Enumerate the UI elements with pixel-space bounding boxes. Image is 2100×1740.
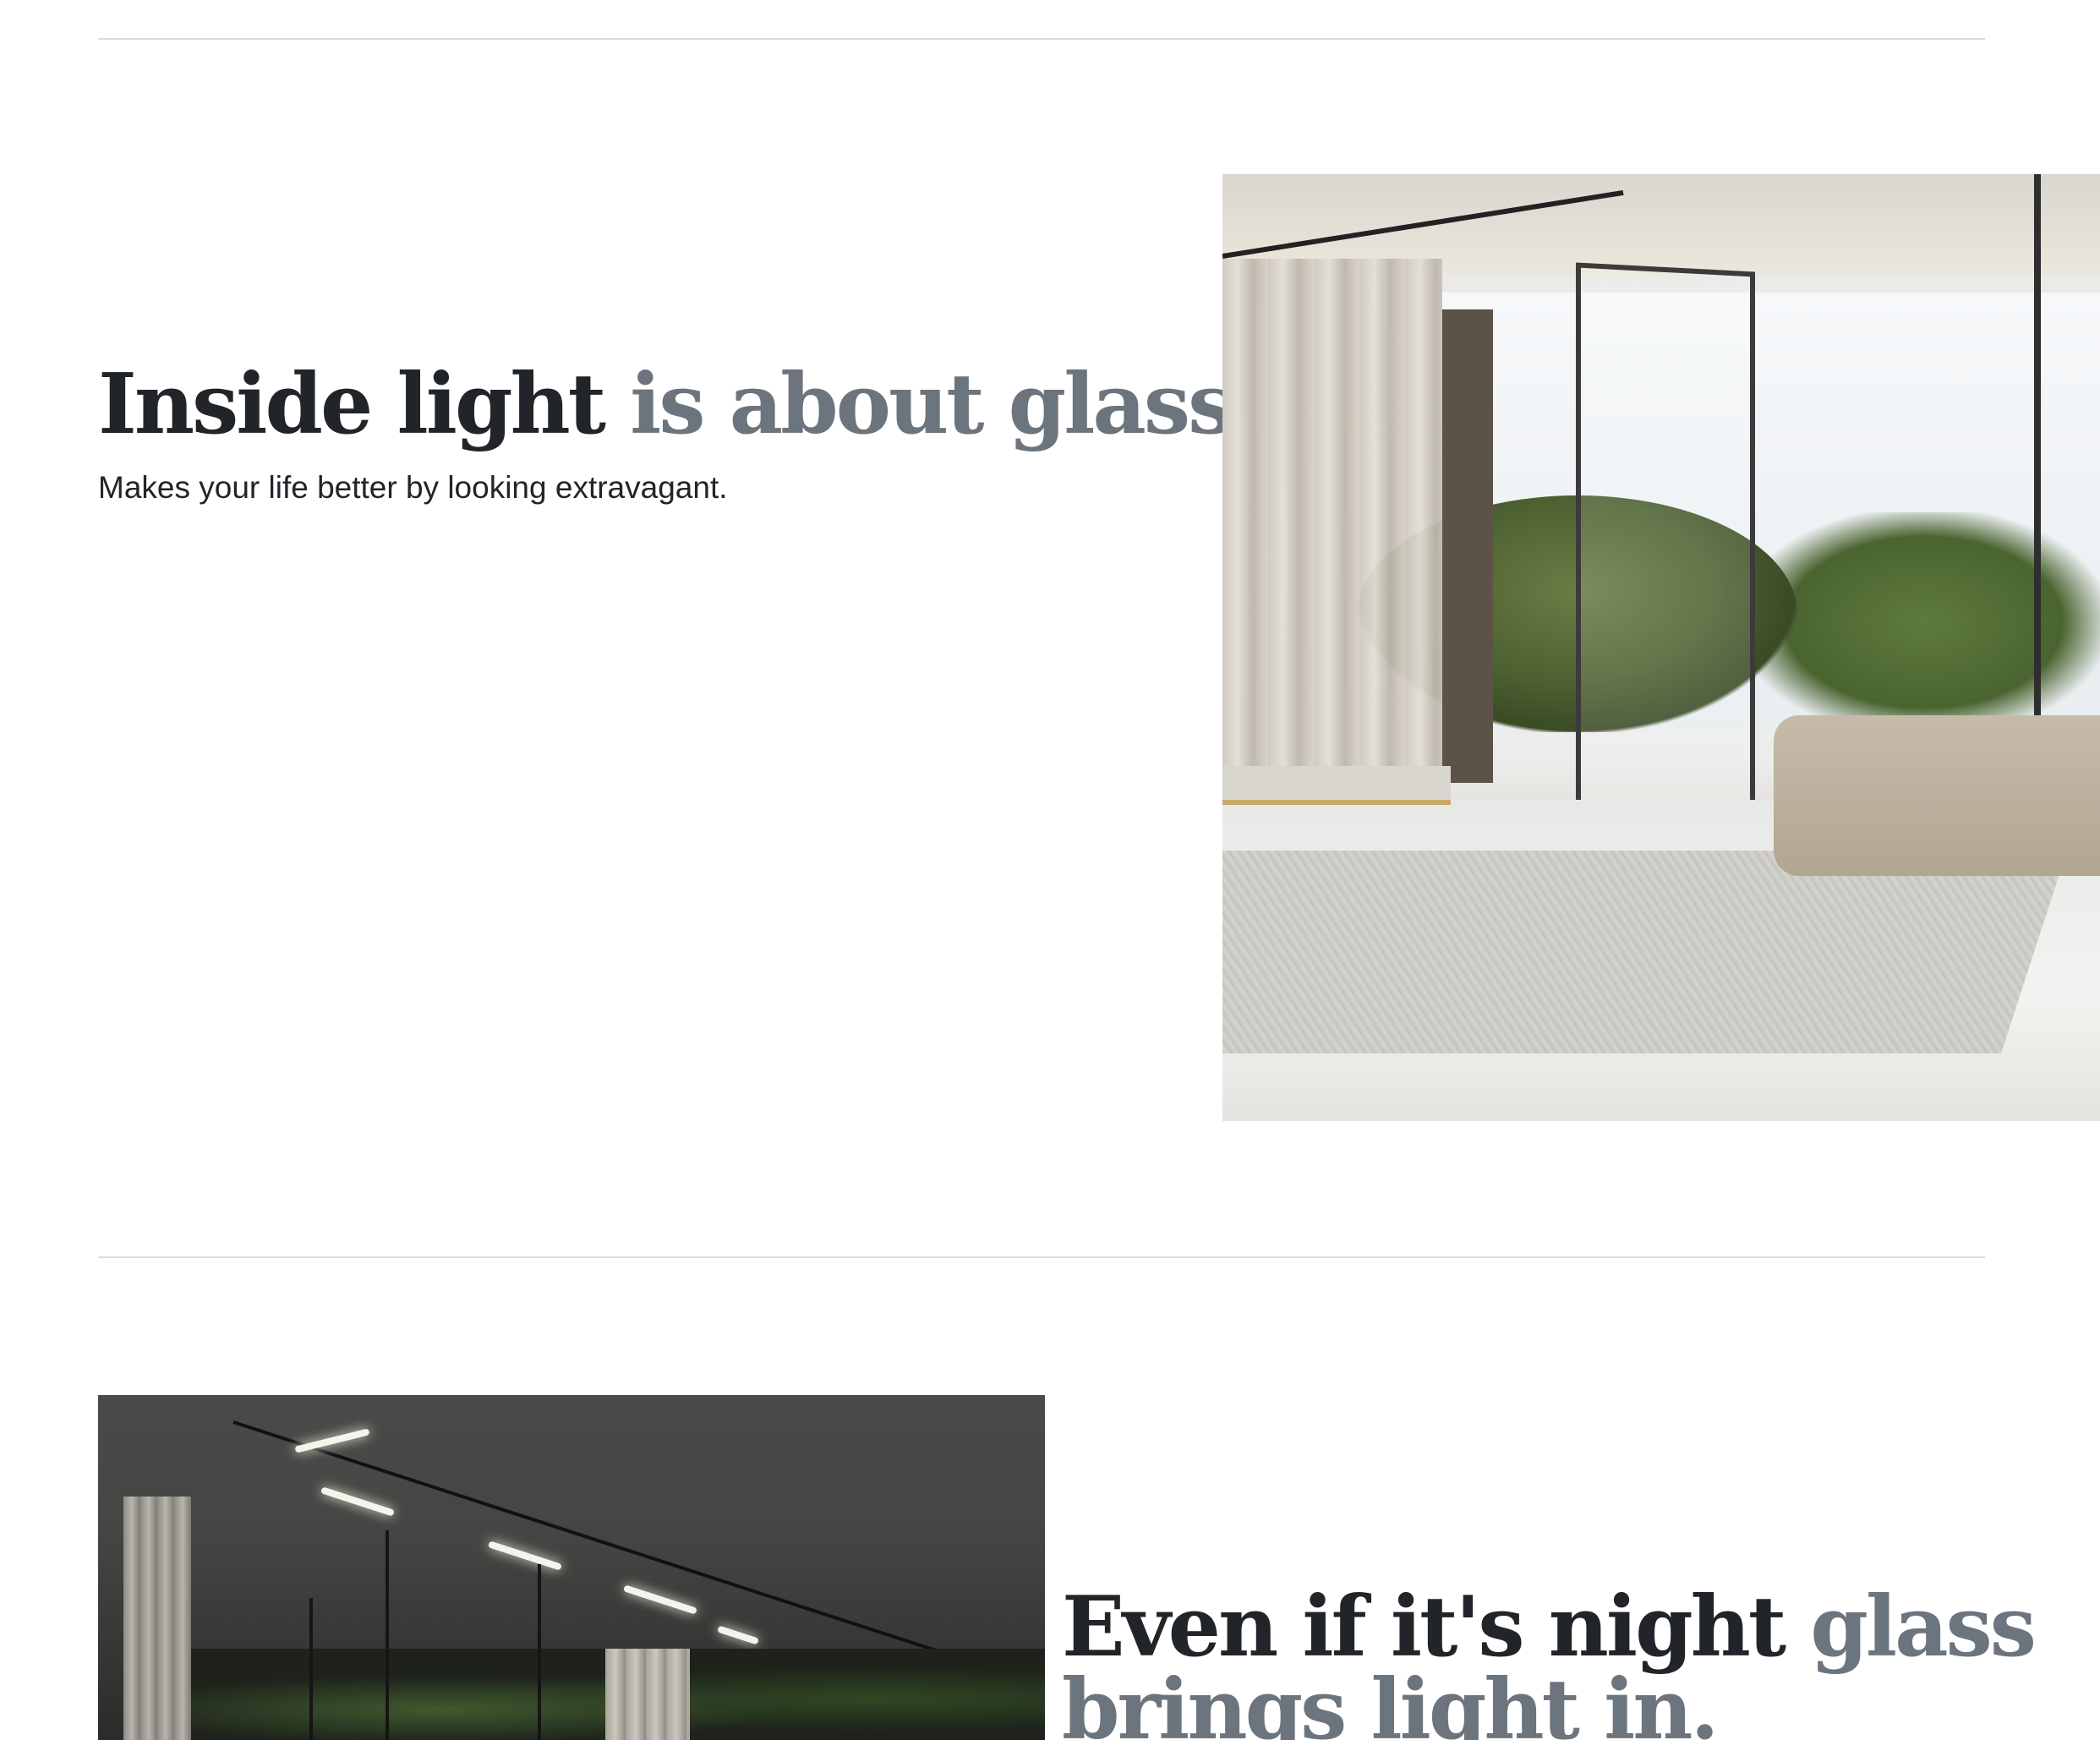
section-divider [98, 38, 1985, 40]
feature-image-living-room [1222, 174, 2100, 1121]
feature-heading-2: Even if it's night glass brings light in… [1062, 1586, 2037, 1740]
feature-image-night-interior [98, 1395, 1045, 1740]
section-divider [98, 1256, 1985, 1258]
feature-heading-1: Inside light is about glass. [98, 364, 1261, 446]
feature-lead-1: Makes your life better by looking extrav… [98, 470, 728, 505]
page: Inside light is about glass. Makes your … [0, 0, 2100, 1740]
feature-heading-1-main: Inside light [98, 356, 606, 453]
feature-heading-1-muted: is about glass. [630, 356, 1261, 453]
